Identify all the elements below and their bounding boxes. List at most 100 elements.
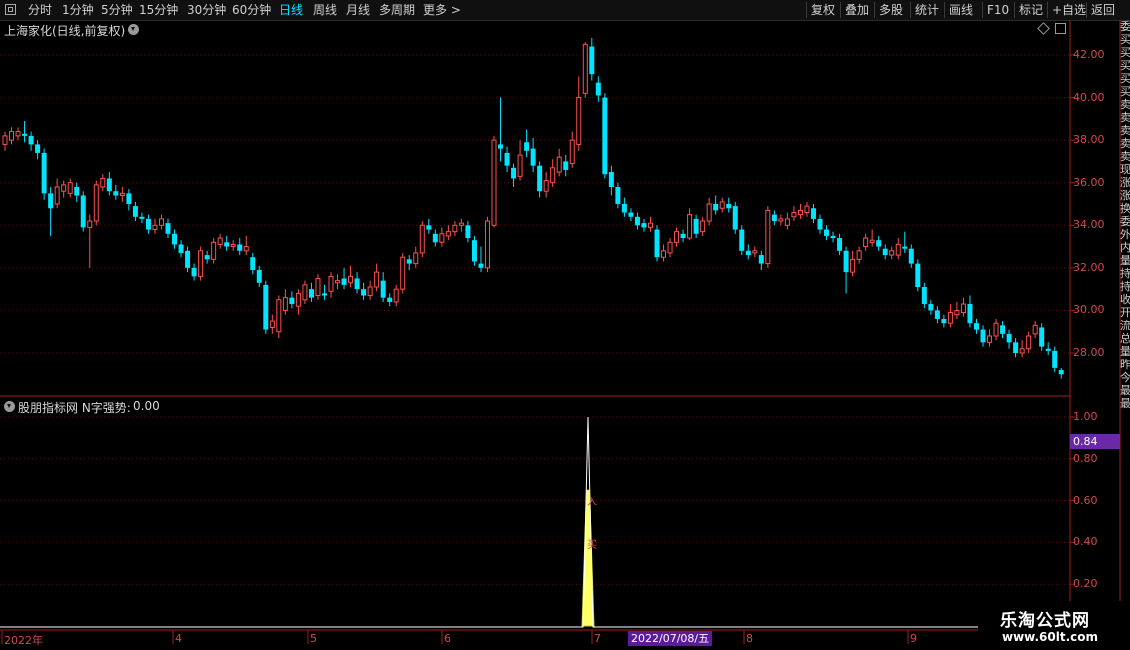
indicator-value: 0.00 xyxy=(133,399,160,413)
signal-label-enter: 买 xyxy=(587,540,597,551)
candle xyxy=(980,325,986,347)
candle xyxy=(837,233,843,256)
candle xyxy=(321,284,327,300)
candle xyxy=(1058,367,1064,379)
chevron-down-icon[interactable] xyxy=(4,401,15,412)
candle xyxy=(237,238,243,256)
candle xyxy=(693,214,699,239)
candle xyxy=(471,235,477,266)
candle xyxy=(87,214,93,268)
candle xyxy=(784,212,790,230)
candle xyxy=(28,131,34,151)
candle xyxy=(308,282,314,302)
candle xyxy=(524,129,530,158)
candle xyxy=(1039,323,1045,351)
candle xyxy=(263,280,269,334)
candle xyxy=(719,197,725,213)
candle xyxy=(132,201,138,222)
candle xyxy=(139,212,145,224)
time-tick-label: 5 xyxy=(310,632,317,645)
candle xyxy=(145,214,151,234)
candle xyxy=(582,42,588,98)
candle xyxy=(204,250,210,264)
price-tick-label: 36.00 xyxy=(1073,175,1105,189)
candle xyxy=(256,265,262,288)
candle xyxy=(93,180,99,226)
candle xyxy=(895,238,901,260)
candle xyxy=(687,208,693,241)
candle xyxy=(654,225,660,262)
candle xyxy=(1019,340,1025,358)
candle xyxy=(243,235,249,256)
candle xyxy=(165,218,171,239)
candle xyxy=(647,216,653,232)
candle xyxy=(15,127,21,141)
candle xyxy=(354,272,360,294)
candle xyxy=(465,221,471,243)
time-tick-label: 6 xyxy=(444,632,451,645)
candle xyxy=(491,135,497,228)
candle xyxy=(1000,321,1006,339)
candle xyxy=(563,155,569,177)
candle xyxy=(335,274,341,290)
candle xyxy=(661,244,667,262)
candle xyxy=(380,272,386,302)
candle xyxy=(543,172,549,198)
indicator-plot xyxy=(0,416,1070,628)
candle xyxy=(119,186,125,202)
candle xyxy=(843,246,849,294)
crosshair-date: 2022/07/08/五 xyxy=(628,631,713,646)
candle xyxy=(732,201,738,234)
candle xyxy=(804,201,810,217)
candlestick-chart[interactable] xyxy=(0,0,1130,650)
candle xyxy=(302,280,308,305)
candle xyxy=(628,208,634,222)
candle xyxy=(315,274,321,300)
candle xyxy=(973,318,979,334)
candle xyxy=(67,178,73,198)
candle xyxy=(830,231,836,243)
candle xyxy=(211,238,217,264)
candle xyxy=(217,233,223,249)
candle xyxy=(80,191,86,232)
candle xyxy=(282,289,288,315)
candle xyxy=(419,221,425,258)
candle xyxy=(745,244,751,260)
indicator-tick-label: 1.00 xyxy=(1073,410,1098,423)
indicator-tick-label: 0.80 xyxy=(1073,451,1098,465)
candle xyxy=(993,318,999,341)
candle xyxy=(902,231,908,253)
time-tick-label: 9 xyxy=(910,632,917,645)
candle xyxy=(791,206,797,222)
candle xyxy=(328,272,334,298)
candle xyxy=(667,238,673,258)
candle xyxy=(224,235,230,251)
candle xyxy=(550,159,556,187)
candle xyxy=(621,197,627,217)
candle xyxy=(987,329,993,347)
candle xyxy=(2,131,8,151)
candle xyxy=(569,131,575,168)
candle xyxy=(106,172,112,196)
candle xyxy=(413,246,419,268)
candle xyxy=(445,225,451,241)
candle xyxy=(400,252,406,294)
candle xyxy=(172,229,178,249)
candle xyxy=(960,297,966,317)
candle xyxy=(771,210,777,226)
price-tick-label: 42.00 xyxy=(1073,48,1105,61)
time-tick-label: 2022年 xyxy=(4,634,43,647)
candle xyxy=(498,97,504,162)
candle xyxy=(126,189,132,211)
candle xyxy=(22,120,28,143)
candle xyxy=(1006,329,1012,349)
candle xyxy=(824,225,830,241)
candle xyxy=(484,216,490,273)
candle xyxy=(152,218,158,234)
candle xyxy=(113,184,119,200)
candle xyxy=(41,148,47,200)
price-tick-label: 38.00 xyxy=(1073,133,1105,147)
candle xyxy=(1026,331,1032,353)
candle xyxy=(478,246,484,273)
candle xyxy=(54,178,60,209)
